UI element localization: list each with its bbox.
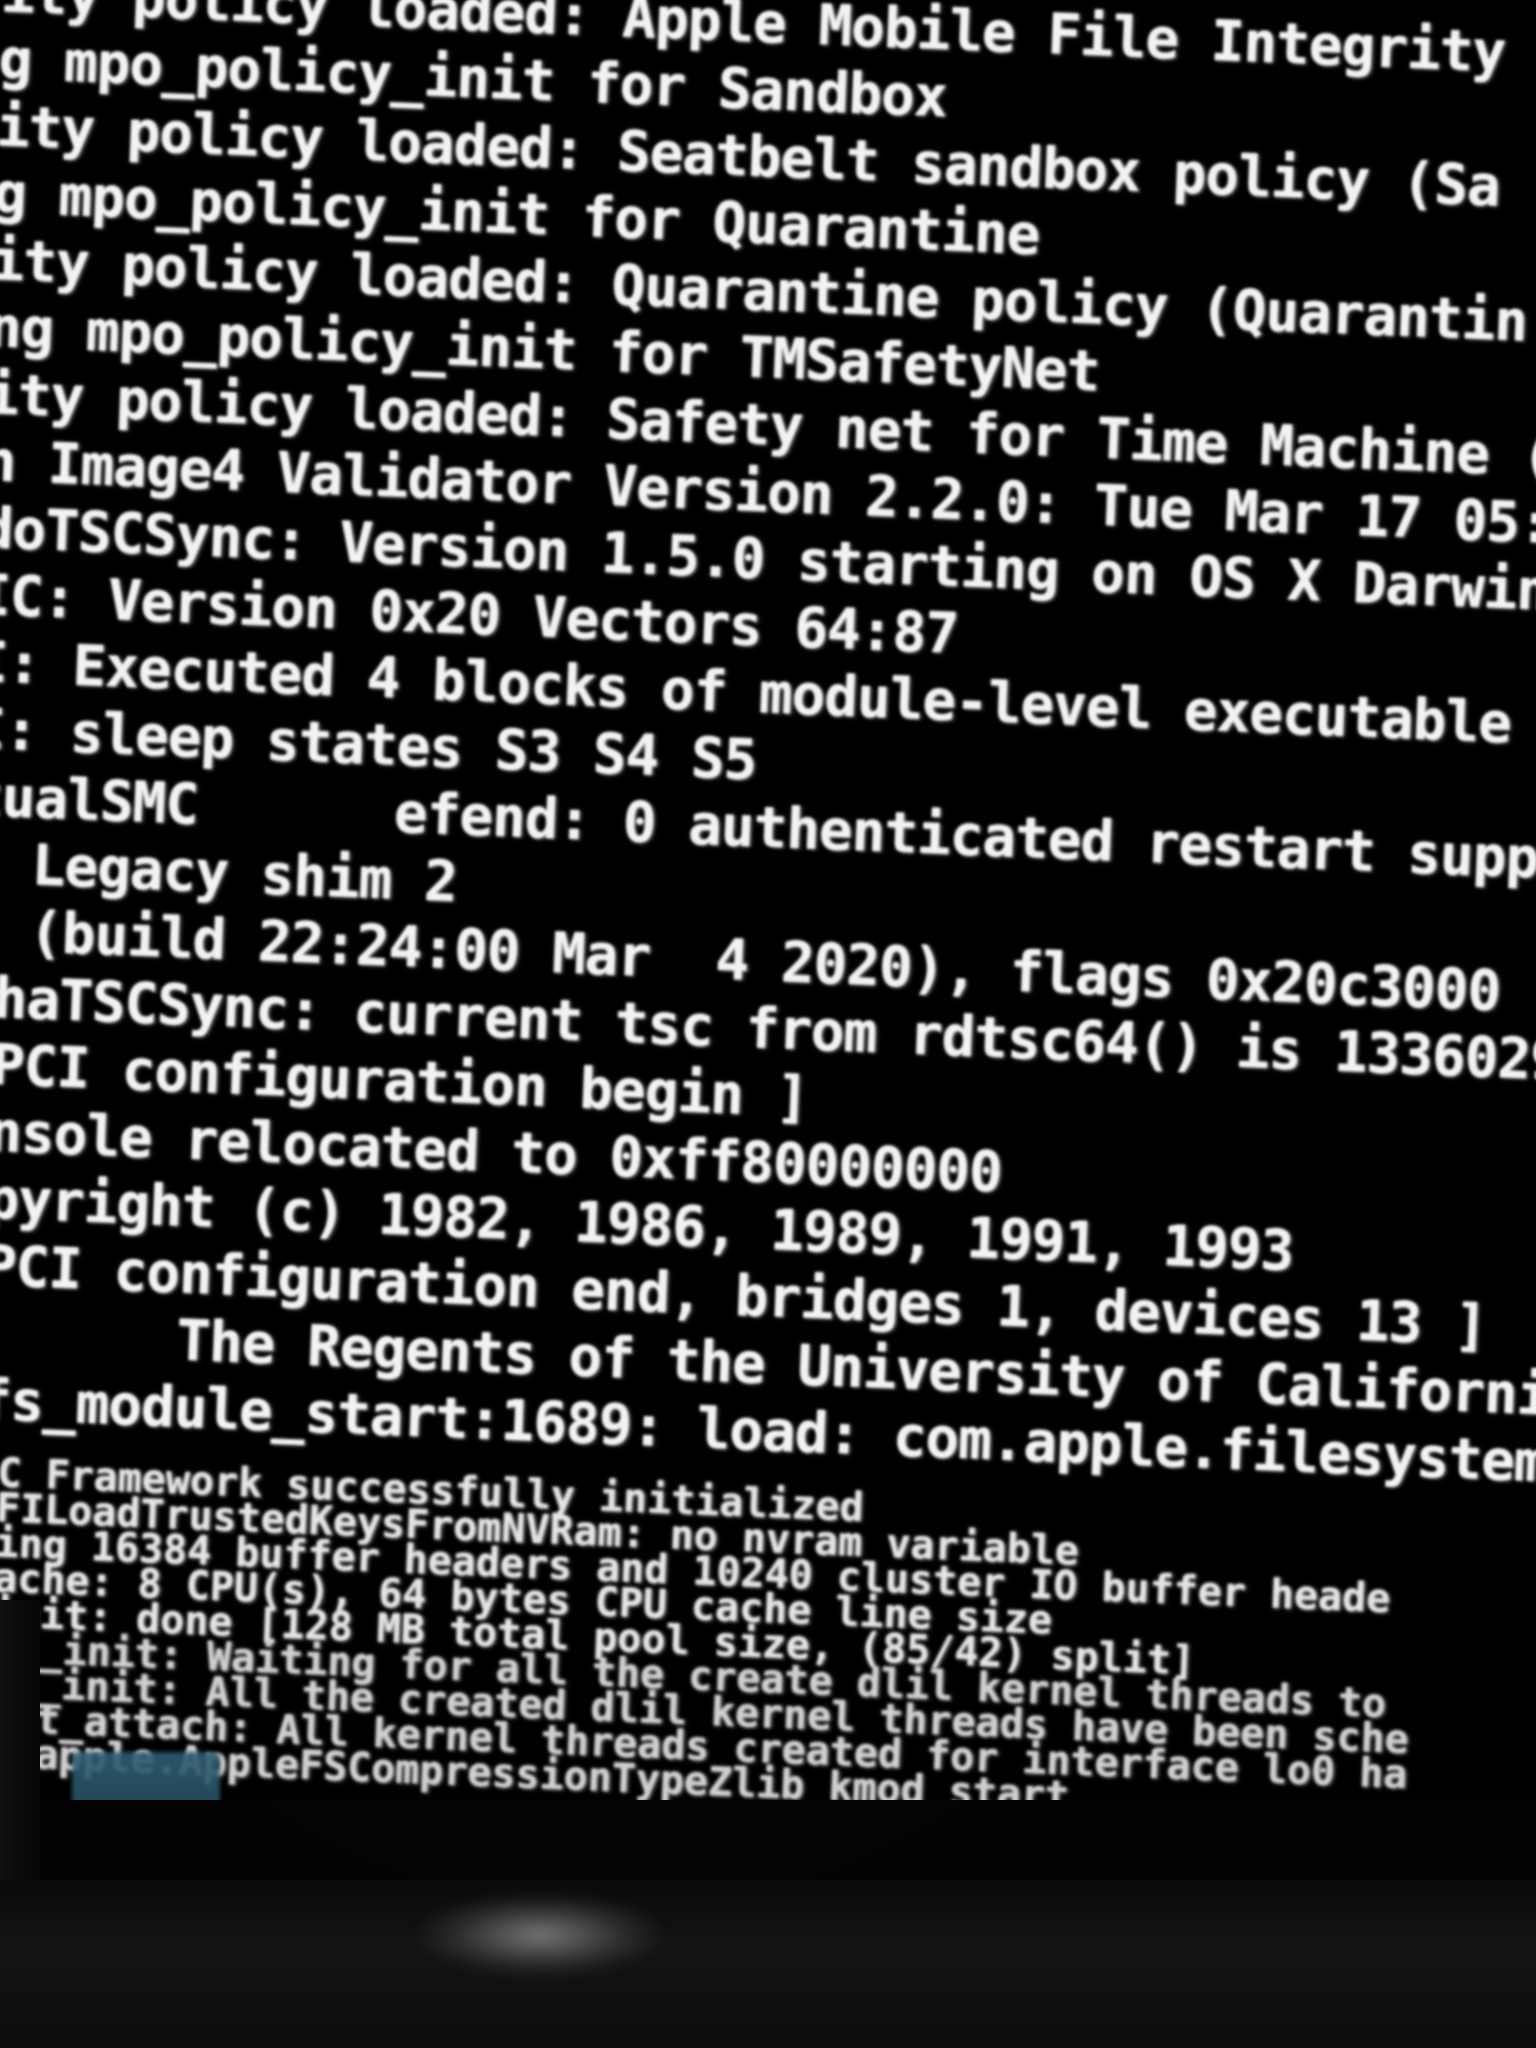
boot-log-upper-block: rity policy loaded: Apple Mobile File In… [0, 0, 1536, 1505]
boot-log-lower-block: MAC Framework successfully initialized A… [0, 1448, 1536, 1800]
text-cursor-block [72, 1752, 220, 1800]
photo-scene: rity policy loaded: Apple Mobile File In… [0, 0, 1536, 2048]
monitor-bezel-bottom [0, 1880, 1536, 2048]
light-glare [420, 1895, 660, 1975]
monitor-screen: rity policy loaded: Apple Mobile File In… [0, 0, 1536, 1800]
verbose-boot-log: rity policy loaded: Apple Mobile File In… [0, 0, 1536, 1800]
